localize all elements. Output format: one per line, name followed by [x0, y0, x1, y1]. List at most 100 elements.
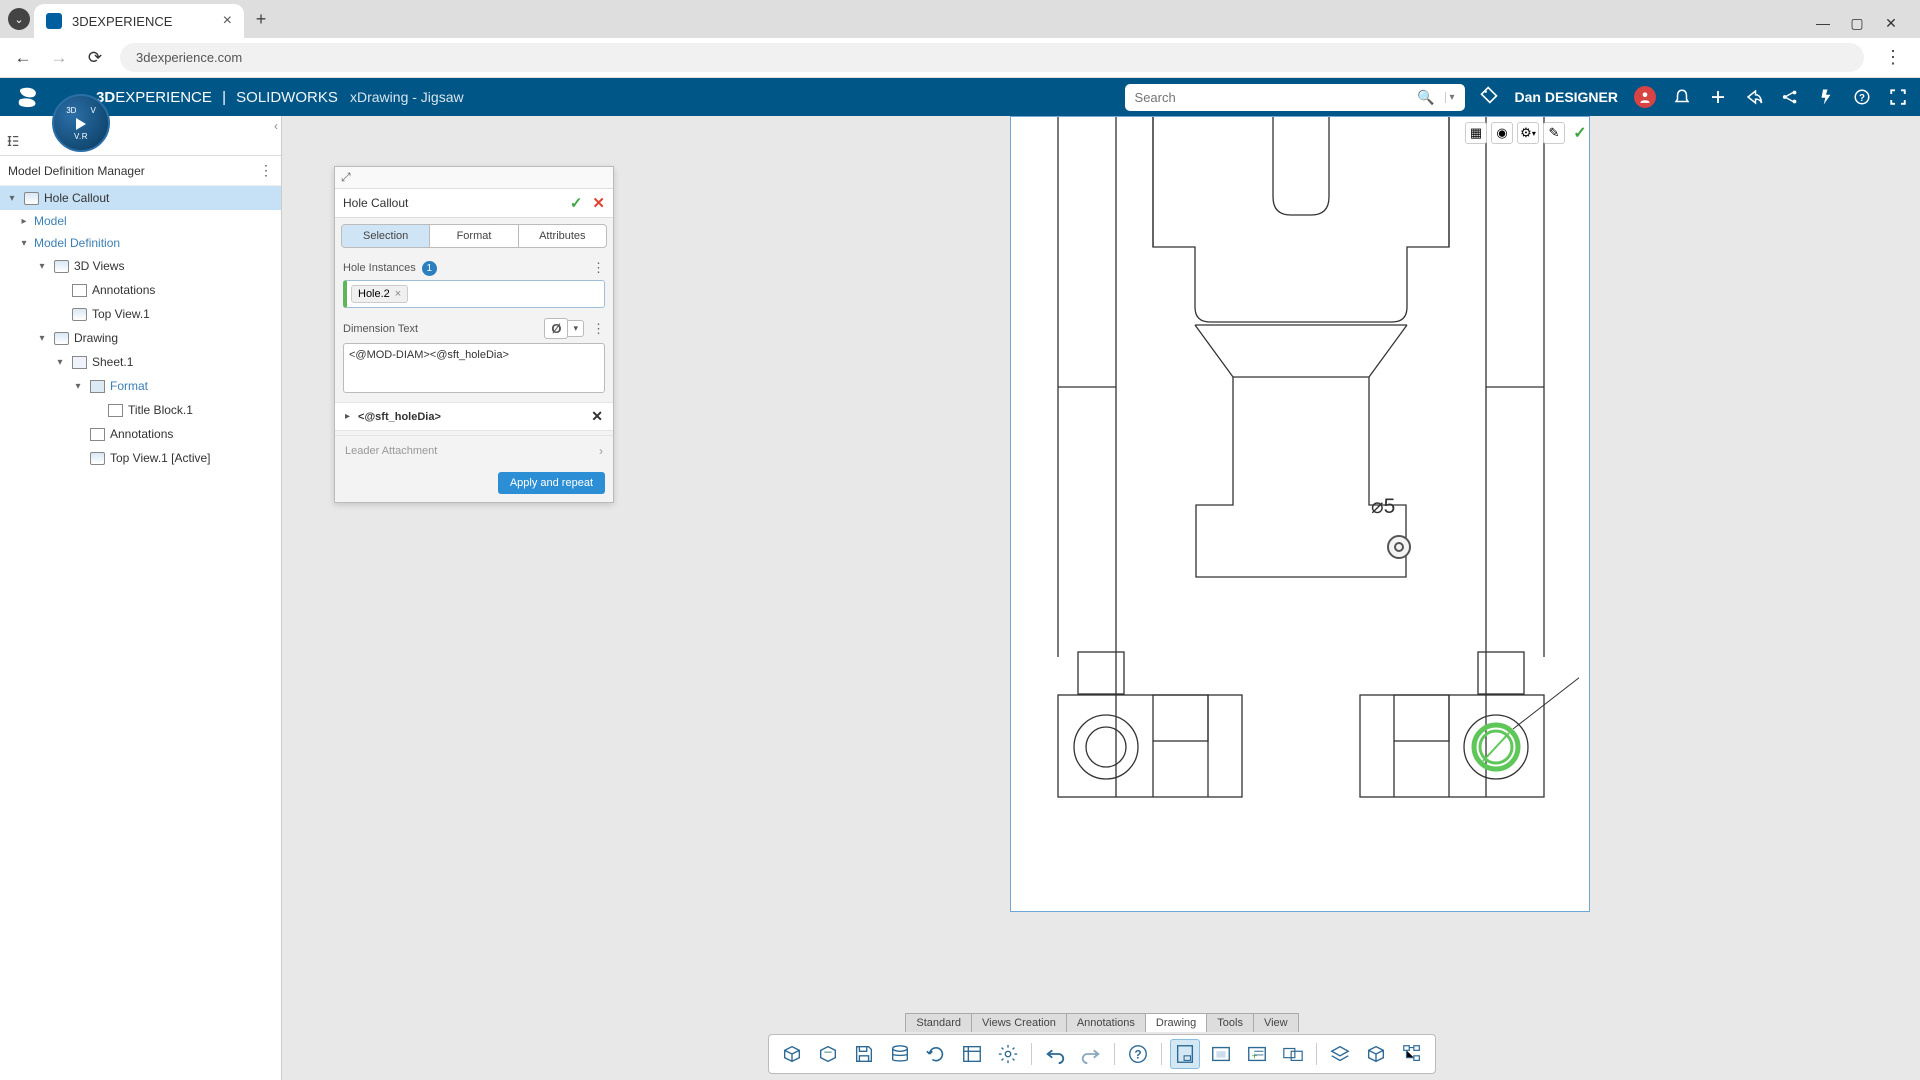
- share-icon[interactable]: [1744, 87, 1764, 107]
- tb-layers-icon[interactable]: [1325, 1039, 1355, 1069]
- tree-model[interactable]: ▸ Model: [0, 210, 281, 232]
- tab-drawing[interactable]: Drawing: [1146, 1013, 1207, 1032]
- chevron-down-icon[interactable]: ▾: [36, 261, 48, 272]
- prop-titlebar[interactable]: ⤢: [335, 167, 613, 189]
- tab-selection[interactable]: Selection: [342, 225, 429, 247]
- tab-standard[interactable]: Standard: [905, 1013, 972, 1032]
- chevron-down-icon[interactable]: ▾: [6, 193, 18, 204]
- drawing-sheet[interactable]: ▦ ◉ ⚙▾ ✎ ✓: [1010, 116, 1590, 912]
- tb-new-icon[interactable]: [777, 1039, 807, 1069]
- sheet-tool-4-icon[interactable]: ✎: [1543, 122, 1565, 144]
- tb-refresh-icon[interactable]: [921, 1039, 951, 1069]
- dim-menu-icon[interactable]: ⋮: [592, 321, 605, 337]
- tree-top-view-active[interactable]: Top View.1 [Active]: [0, 446, 281, 470]
- add-icon[interactable]: [1708, 87, 1728, 107]
- tree-annotations-1[interactable]: Annotations: [0, 278, 281, 302]
- fullscreen-icon[interactable]: [1888, 87, 1908, 107]
- browser-tab[interactable]: 3DEXPERIENCE ×: [34, 4, 244, 38]
- sheet-tool-2-icon[interactable]: ◉: [1491, 122, 1513, 144]
- tree-3d-views[interactable]: ▾ 3D Views: [0, 254, 281, 278]
- tb-open-icon[interactable]: [813, 1039, 843, 1069]
- search-icon[interactable]: 🔍: [1411, 89, 1440, 106]
- tb-save-icon[interactable]: [849, 1039, 879, 1069]
- tb-properties-icon[interactable]: [957, 1039, 987, 1069]
- help-icon[interactable]: ?: [1852, 87, 1872, 107]
- collapse-panel-icon[interactable]: ‹: [274, 119, 278, 133]
- tree-drawing[interactable]: ▾ Drawing: [0, 326, 281, 350]
- chevron-right-icon[interactable]: ▸: [18, 216, 30, 227]
- tabs-dropdown-icon[interactable]: ⌄: [8, 8, 30, 30]
- cancel-icon[interactable]: ✕: [592, 194, 605, 212]
- tb-window-3-icon[interactable]: [1278, 1039, 1308, 1069]
- tree-sheet-1[interactable]: ▾ Sheet.1: [0, 350, 281, 374]
- search-input[interactable]: [1135, 90, 1412, 105]
- sheet-tool-1-icon[interactable]: ▦: [1465, 122, 1487, 144]
- section-menu-icon[interactable]: ⋮: [592, 260, 605, 276]
- tree-model-definition[interactable]: ▾ Model Definition: [0, 232, 281, 254]
- panel-pin-icon[interactable]: ⤢: [341, 170, 351, 185]
- hole-selection-box[interactable]: Hole.2 ×: [343, 280, 605, 308]
- chevron-down-icon[interactable]: ▾: [18, 238, 30, 249]
- leader-endpoint-icon[interactable]: [1387, 535, 1411, 559]
- tb-settings-icon[interactable]: [993, 1039, 1023, 1069]
- tb-cube-icon[interactable]: [1361, 1039, 1391, 1069]
- browser-menu-icon[interactable]: ⋮: [1878, 47, 1908, 68]
- back-icon[interactable]: ←: [12, 48, 34, 68]
- dimension-text-input[interactable]: [343, 343, 605, 393]
- tb-undo-icon[interactable]: [1040, 1039, 1070, 1069]
- search-box[interactable]: 🔍 ▾: [1125, 84, 1465, 111]
- tree-title-block[interactable]: Title Block.1: [0, 398, 281, 422]
- compass-widget[interactable]: 3D V V.R: [52, 94, 110, 152]
- chip-remove-icon[interactable]: ×: [395, 288, 401, 300]
- url-input[interactable]: 3dexperience.com: [120, 43, 1864, 72]
- network-icon[interactable]: [1780, 87, 1800, 107]
- apply-and-repeat-button[interactable]: Apply and repeat: [498, 472, 605, 494]
- hole-chip[interactable]: Hole.2 ×: [351, 285, 408, 303]
- tree-top-view-1[interactable]: Top View.1: [0, 302, 281, 326]
- chevron-right-icon[interactable]: ▸: [345, 411, 350, 422]
- diameter-symbol-button[interactable]: Ø: [544, 318, 568, 339]
- tag-icon[interactable]: [1479, 85, 1499, 110]
- chevron-right-icon[interactable]: ›: [599, 444, 603, 458]
- remove-variable-icon[interactable]: ✕: [591, 408, 603, 425]
- symbol-dropdown-icon[interactable]: ▾: [568, 320, 584, 337]
- tab-view[interactable]: View: [1254, 1013, 1299, 1032]
- tab-annotations[interactable]: Annotations: [1067, 1013, 1146, 1032]
- tab-attributes[interactable]: Attributes: [518, 225, 606, 247]
- sheet-tool-3-icon[interactable]: ⚙▾: [1517, 122, 1539, 144]
- tab-tools[interactable]: Tools: [1207, 1013, 1254, 1032]
- tree-mode-icon[interactable]: [6, 134, 20, 151]
- forward-icon[interactable]: →: [48, 48, 70, 68]
- tab-views-creation[interactable]: Views Creation: [972, 1013, 1067, 1032]
- tb-database-icon[interactable]: [885, 1039, 915, 1069]
- leader-attachment-row[interactable]: Leader Attachment ›: [335, 435, 613, 466]
- tb-tree-icon[interactable]: [1397, 1039, 1427, 1069]
- notification-icon[interactable]: [1672, 87, 1692, 107]
- tb-window-2-icon[interactable]: +: [1242, 1039, 1272, 1069]
- variable-row[interactable]: ▸ <@sft_holeDia> ✕: [335, 402, 613, 431]
- tab-format[interactable]: Format: [429, 225, 517, 247]
- chevron-down-icon[interactable]: ▾: [54, 357, 66, 368]
- panel-menu-icon[interactable]: ⋮: [259, 162, 273, 179]
- new-tab-button[interactable]: +: [248, 6, 274, 32]
- chevron-down-icon[interactable]: ▾: [36, 333, 48, 344]
- chevron-down-icon[interactable]: ▾: [72, 381, 84, 392]
- maximize-icon[interactable]: ▢: [1848, 14, 1866, 32]
- tree-annotations-2[interactable]: Annotations: [0, 422, 281, 446]
- tb-help-icon[interactable]: ?: [1123, 1039, 1153, 1069]
- confirm-icon[interactable]: ✓: [1569, 122, 1591, 144]
- ds-logo-icon[interactable]: [12, 80, 46, 114]
- flash-icon[interactable]: [1816, 87, 1836, 107]
- tb-sheet-format-icon[interactable]: [1170, 1039, 1200, 1069]
- close-window-icon[interactable]: ✕: [1882, 14, 1900, 32]
- avatar[interactable]: [1634, 86, 1656, 108]
- tb-window-1-icon[interactable]: [1206, 1039, 1236, 1069]
- tree-format[interactable]: ▾ Format: [0, 374, 281, 398]
- search-dropdown-icon[interactable]: ▾: [1445, 92, 1459, 103]
- tree-hole-callout[interactable]: ▾ Hole Callout: [0, 186, 281, 210]
- reload-icon[interactable]: ⟳: [84, 48, 106, 68]
- tb-redo-icon[interactable]: [1076, 1039, 1106, 1069]
- close-icon[interactable]: ×: [223, 12, 232, 30]
- minimize-icon[interactable]: —: [1814, 14, 1832, 32]
- ok-icon[interactable]: ✓: [570, 194, 583, 212]
